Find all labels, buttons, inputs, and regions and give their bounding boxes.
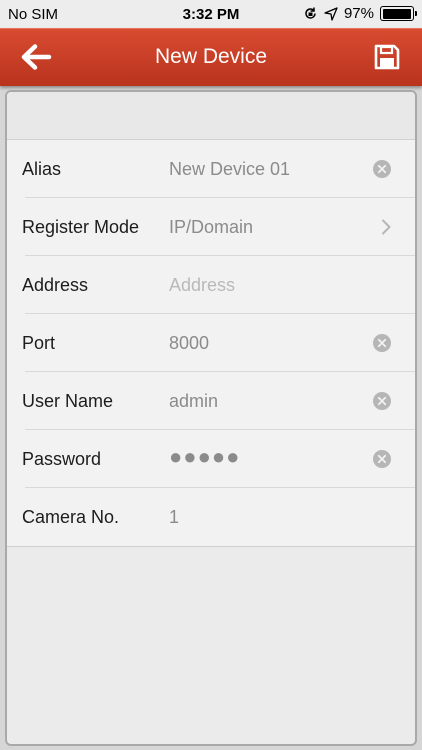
clear-icon[interactable] [373,334,391,352]
password-row[interactable]: Password ●●●●● [7,430,415,488]
alias-input[interactable]: New Device 01 [169,159,290,180]
camera-no-value[interactable]: 1 [169,507,179,528]
device-form: Alias New Device 01 Register Mode IP/Dom… [7,140,415,547]
clear-icon[interactable] [373,450,391,468]
register-mode-value: IP/Domain [169,217,254,237]
panel-header [7,92,415,140]
battery-percent: 97% [343,5,374,22]
battery-icon [380,6,417,21]
clear-icon[interactable] [373,392,391,410]
page-title: New Device [154,45,268,68]
address-input[interactable]: Address [169,275,235,296]
device-form-panel: Alias New Device 01 Register Mode IP/Dom… [5,90,417,746]
port-input[interactable]: 8000 [169,333,209,354]
password-input[interactable]: ●●●●● [169,444,240,470]
address-row[interactable]: Address Address [7,256,415,314]
password-label: Password [22,449,102,469]
register-mode-label: Register Mode [22,217,140,237]
user-name-input[interactable]: admin [169,391,218,412]
clear-icon[interactable] [373,160,391,178]
rotation-lock-icon [305,7,316,19]
user-name-label: User Name [22,391,114,411]
camera-no-label: Camera No. [22,507,120,527]
register-mode-row[interactable]: Register Mode IP/Domain [7,198,415,256]
alias-label: Alias [22,159,62,179]
status-right: 97% [303,5,417,22]
location-arrow-icon [324,6,338,21]
user-name-row[interactable]: User Name admin [7,372,415,430]
address-label: Address [22,275,89,295]
nav-bar: New Device [0,28,422,86]
port-label: Port [22,333,56,353]
chevron-right-icon [382,219,391,235]
status-bar: No SIM 3:32 PM 97% [0,0,422,28]
port-row[interactable]: Port 8000 [7,314,415,372]
floppy-disk-icon[interactable] [374,44,400,70]
camera-no-row[interactable]: Camera No. 1 [7,488,415,546]
alias-row[interactable]: Alias New Device 01 [7,140,415,198]
